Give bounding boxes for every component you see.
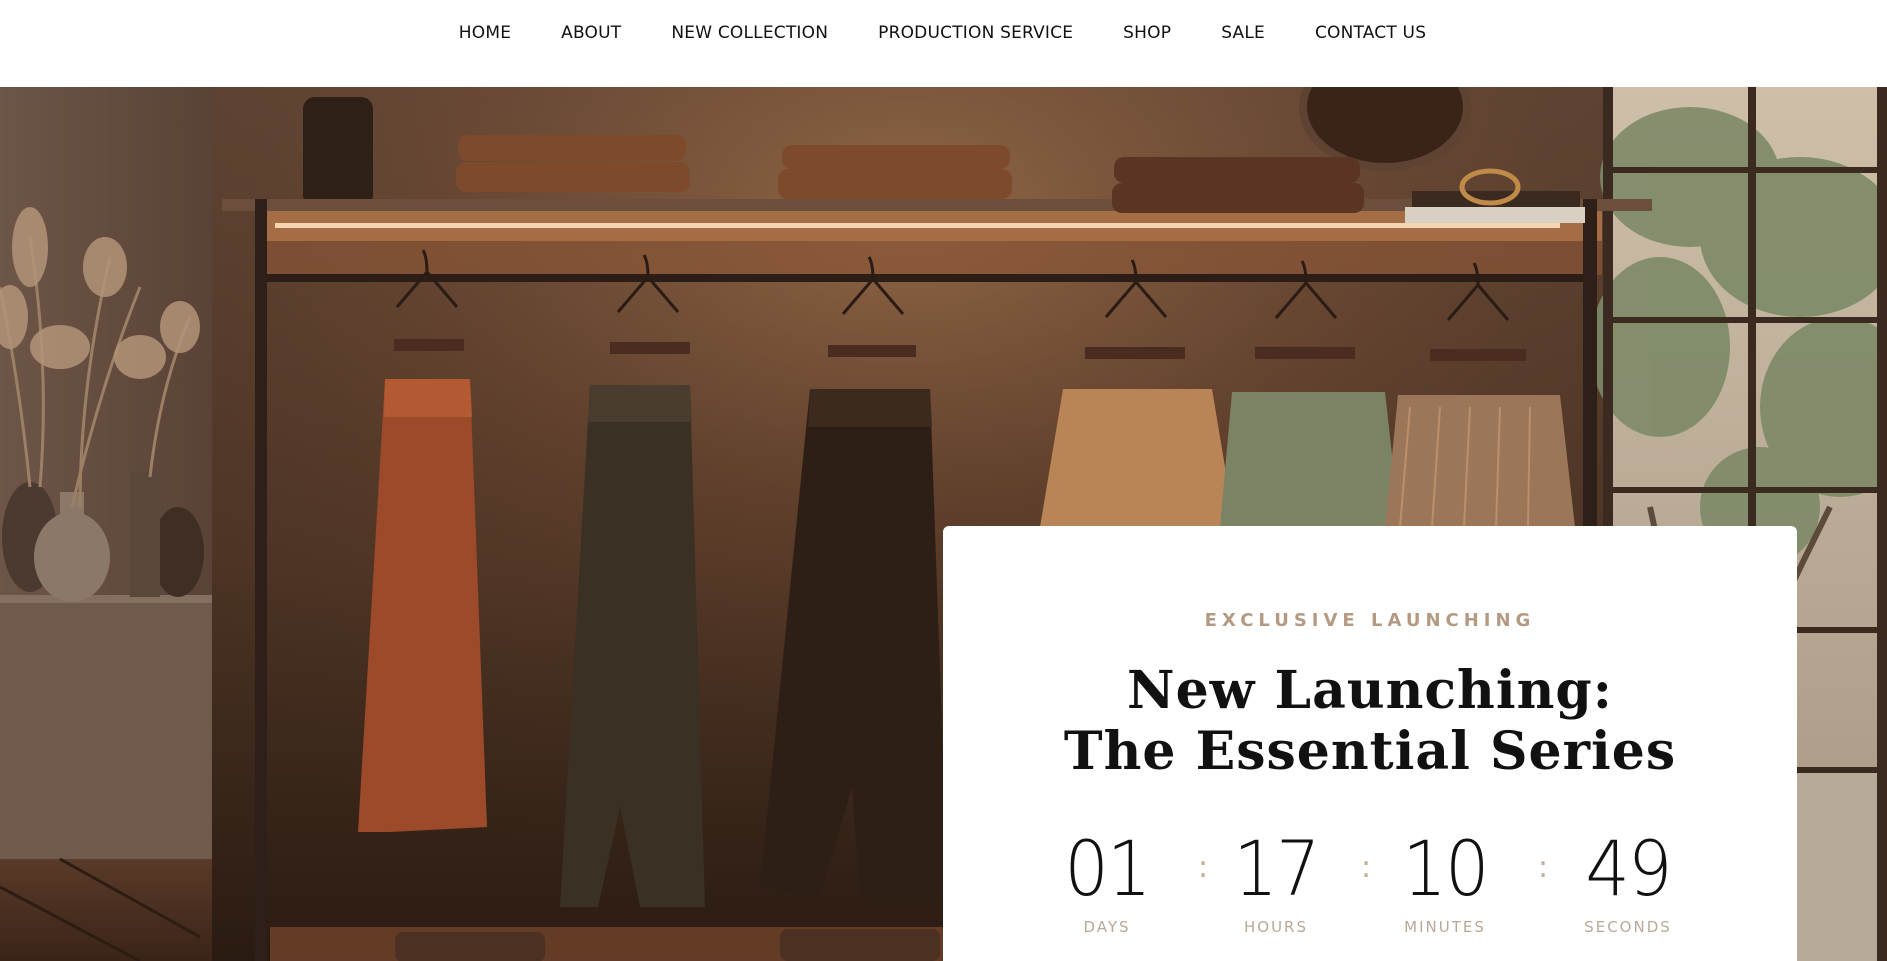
nav-item-sale[interactable]: SALE <box>1221 22 1265 44</box>
countdown-minutes: 10 MINUTES <box>1365 824 1525 937</box>
headline-line-1: New Launching: <box>1127 660 1613 721</box>
nav-item-contact-us[interactable]: CONTACT US <box>1315 22 1426 44</box>
countdown-days-label: DAYS <box>1083 918 1131 936</box>
nav-item-production-service[interactable]: PRODUCTION SERVICE <box>878 22 1073 44</box>
countdown-timer: 01 DAYS : 17 HOURS : 10 MINUTES : 49 SEC… <box>943 826 1797 956</box>
nav-item-shop[interactable]: SHOP <box>1123 22 1171 44</box>
countdown-hours-label: HOURS <box>1243 918 1308 936</box>
nav-item-about[interactable]: ABOUT <box>561 22 621 44</box>
headline-line-2: The Essential Series <box>1063 721 1677 782</box>
card-eyebrow: EXCLUSIVE LAUNCHING <box>1204 610 1536 631</box>
countdown-seconds: 49 SECONDS <box>1548 824 1708 937</box>
countdown-hours-value: 17 <box>1233 824 1320 913</box>
countdown-days: 01 DAYS <box>1027 824 1187 937</box>
main-navigation: HOME ABOUT NEW COLLECTION PRODUCTION SER… <box>0 0 1887 87</box>
countdown-minutes-label: MINUTES <box>1404 918 1486 936</box>
countdown-seconds-value: 49 <box>1585 824 1672 913</box>
countdown-seconds-label: SECONDS <box>1584 918 1672 936</box>
launch-headline: New Launching: The Essential Series <box>943 660 1797 782</box>
nav-item-home[interactable]: HOME <box>459 22 511 44</box>
countdown-hours: 17 HOURS <box>1196 824 1356 937</box>
nav-item-new-collection[interactable]: NEW COLLECTION <box>671 22 828 44</box>
nav-menu: HOME ABOUT NEW COLLECTION PRODUCTION SER… <box>459 22 1426 44</box>
launch-countdown-card: EXCLUSIVE LAUNCHING New Launching: The E… <box>943 526 1797 961</box>
countdown-days-value: 01 <box>1064 824 1151 913</box>
countdown-minutes-value: 10 <box>1402 824 1489 913</box>
